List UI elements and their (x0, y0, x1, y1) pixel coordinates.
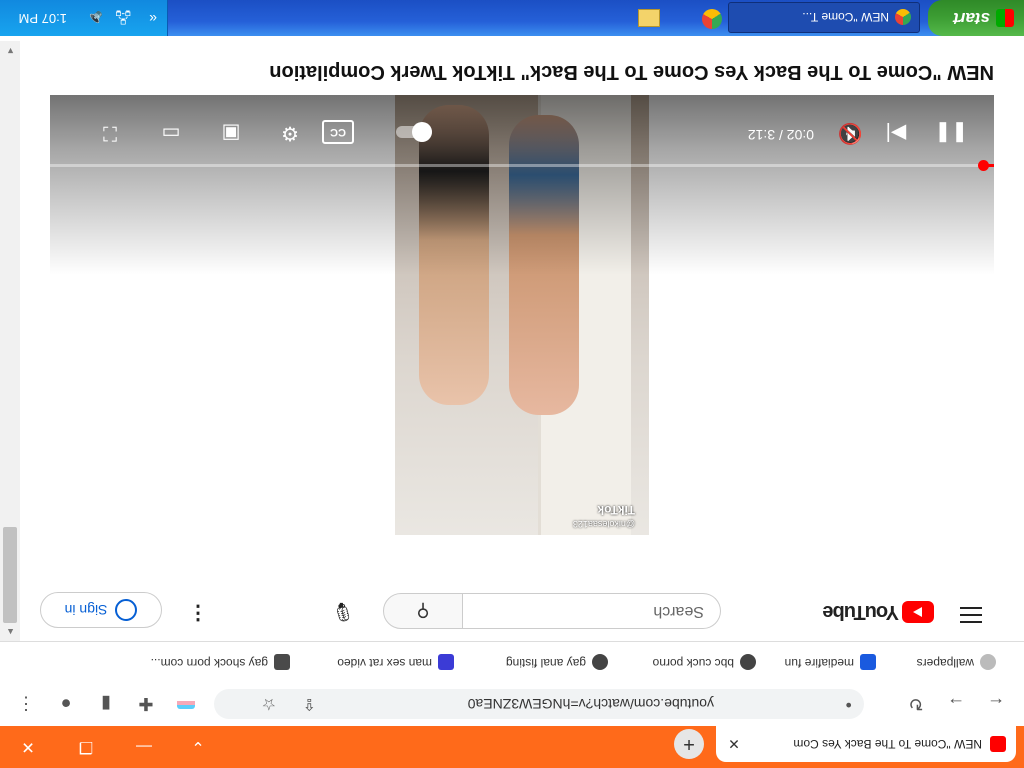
youtube-logo[interactable]: YouTube (823, 601, 934, 624)
browser-tab[interactable]: NEW "Come To The Back Yes Com ✕ (716, 726, 1016, 762)
player-controls: ❚❚ ▶| 🔇 0:02 / 3:12 CC ⚙ ▣ ▭ ⛶ (50, 95, 994, 275)
autoplay-toggle[interactable] (394, 119, 434, 147)
bookmark-label: mediafire fun (784, 655, 854, 670)
youtube-play-icon (902, 601, 934, 623)
volume-icon[interactable]: 🔈 (86, 10, 103, 27)
tray-arrow-icon[interactable]: « (149, 11, 157, 27)
account-circle-icon (115, 599, 138, 621)
bookmark-label: gay shock porn com... (150, 655, 268, 670)
time-display: 0:02 / 3:12 (747, 127, 814, 143)
search-input[interactable]: Search (462, 593, 721, 629)
reload-icon[interactable]: ↻ (904, 692, 928, 716)
bookmark-man-sex-rat-video[interactable]: man sex rat video (337, 654, 454, 670)
globe-icon (592, 654, 608, 670)
bookmark-label: wallpapers (916, 655, 974, 670)
folder-quicklaunch-icon[interactable] (638, 9, 660, 27)
minimize-window-button[interactable]: — (132, 734, 156, 758)
next-video-icon[interactable]: ▶| (882, 119, 910, 147)
miniplayer-icon[interactable]: ▣ (216, 119, 246, 147)
bookmark-gay-shock-porn[interactable]: gay shock porn com... (151, 654, 290, 670)
settings-more-icon[interactable]: ⋮ (188, 599, 208, 627)
browser-tab-strip: NEW "Come To The Back Yes Com ✕ + ⌄ — ❐ … (0, 726, 1024, 768)
back-arrow-icon[interactable]: ← (984, 692, 1008, 716)
video-player[interactable]: TikTok @nikolesaa123 ❚❚ ▶| 🔇 0:02 / 3:12… (50, 95, 994, 547)
scrollbar-thumb[interactable] (3, 527, 17, 623)
start-button[interactable]: start (928, 0, 1024, 36)
fullscreen-icon[interactable]: ⛶ (96, 119, 124, 147)
scroll-down-arrow-icon[interactable]: ▼ (6, 46, 15, 56)
sign-in-button[interactable]: Sign in (40, 592, 162, 628)
windows-flag-icon (996, 9, 1014, 27)
tiktok-watermark: TikTok (597, 503, 635, 517)
bookmark-bbc-cuck-porno[interactable]: bbc cuck porno (653, 654, 756, 670)
chrome-quicklaunch-icon[interactable] (702, 9, 722, 29)
voice-search-mic-icon[interactable]: 🎙 (327, 596, 359, 628)
bookmark-mediafire-fun[interactable]: mediafire fun (785, 654, 876, 670)
address-bar[interactable]: ● youtube.com/watch?v=hNGEW3ZNEa0 ⇪ ☆ (214, 689, 864, 719)
tab-close-icon[interactable]: ✕ (722, 736, 746, 753)
youtube-page: YouTube Search ⚲ 🎙 ⋮ Sign in TikTok @nik… (20, 41, 1024, 641)
profile-avatar-icon[interactable]: ● (54, 692, 78, 716)
system-tray: « 🖧 🔈 1:07 PM (0, 0, 168, 36)
address-bar-url: youtube.com/watch?v=hNGEW3ZNEa0 (467, 696, 714, 712)
youtube-header: YouTube Search ⚲ 🎙 ⋮ Sign in (20, 585, 1024, 641)
site-info-icon[interactable]: ● (845, 699, 852, 711)
guide-menu-icon[interactable] (960, 607, 982, 623)
close-window-button[interactable]: ✕ (16, 734, 40, 758)
search-placeholder: Search (653, 603, 704, 620)
bookmark-gay-anal-fisting[interactable]: gay anal fisting (506, 654, 608, 670)
youtube-favicon-icon (990, 736, 1006, 752)
bookmark-star-icon[interactable]: ☆ (262, 694, 276, 714)
bookmark-label: gay anal fisting (505, 655, 586, 670)
progress-scrubber[interactable] (978, 160, 990, 171)
extension-pride-icon[interactable] (174, 692, 198, 716)
extensions-puzzle-icon[interactable]: ✚ (134, 692, 158, 716)
new-tab-button[interactable]: + (674, 729, 704, 759)
wallpapers-favicon-icon (980, 654, 996, 670)
video-title: NEW "Come To The Back Yes Come To The Ba… (269, 61, 994, 83)
theater-mode-icon[interactable]: ▭ (156, 119, 186, 147)
mediafire-favicon-icon (860, 654, 876, 670)
page-scrollbar[interactable]: ▲ ▼ (0, 41, 20, 641)
browser-toolbar: ← → ↻ ● youtube.com/watch?v=hNGEW3ZNEa0 … (0, 682, 1024, 726)
bookmark-label: bbc cuck porno (652, 655, 734, 670)
taskbar-window-button[interactable]: NEW "Come T... (728, 2, 920, 33)
tab-search-chevron-icon[interactable]: ⌄ (186, 734, 210, 758)
tiktok-username: @nikolesaa123 (572, 519, 635, 529)
chrome-icon (895, 9, 911, 26)
browser-menu-icon[interactable]: ⋮ (14, 692, 38, 716)
bookmark-wallpapers[interactable]: wallpapers (917, 654, 996, 670)
bookmarks-bar: wallpapers mediafire fun bbc cuck porno … (0, 641, 1024, 682)
bookmark-v-icon (438, 654, 454, 670)
bookmark-label: man sex rat video (337, 655, 432, 670)
start-label: start (953, 9, 990, 28)
windows-taskbar: start NEW "Come T... « 🖧 🔈 1:07 PM (0, 0, 1024, 36)
maximize-window-button[interactable]: ❐ (74, 734, 98, 758)
network-icon[interactable]: 🖧 (115, 3, 131, 27)
taskbar-window-label: NEW "Come T... (802, 10, 889, 25)
search-icon: ⚲ (416, 601, 430, 621)
gay-shock-favicon-icon (274, 654, 290, 670)
scroll-up-arrow-icon[interactable]: ▲ (6, 627, 15, 637)
screen: NEW "Come To The Back Yes Com ✕ + ⌄ — ❐ … (0, 0, 1024, 768)
globe-icon (740, 654, 756, 670)
subtitles-cc-button[interactable]: CC (322, 120, 354, 144)
side-panel-icon[interactable]: ▮ (94, 692, 118, 716)
progress-bar[interactable] (50, 160, 994, 171)
youtube-logo-text: YouTube (823, 601, 899, 624)
pause-icon[interactable]: ❚❚ (934, 119, 968, 147)
muted-volume-icon[interactable]: 🔇 (834, 119, 866, 147)
share-icon[interactable]: ⇪ (303, 694, 316, 714)
sign-in-label: Sign in (64, 602, 108, 618)
tab-title: NEW "Come To The Back Yes Com (793, 737, 982, 751)
search-button[interactable]: ⚲ (383, 593, 463, 629)
system-clock: 1:07 PM (18, 11, 67, 26)
forward-arrow-icon[interactable]: → (944, 692, 968, 716)
settings-gear-icon[interactable]: ⚙ (276, 119, 304, 147)
